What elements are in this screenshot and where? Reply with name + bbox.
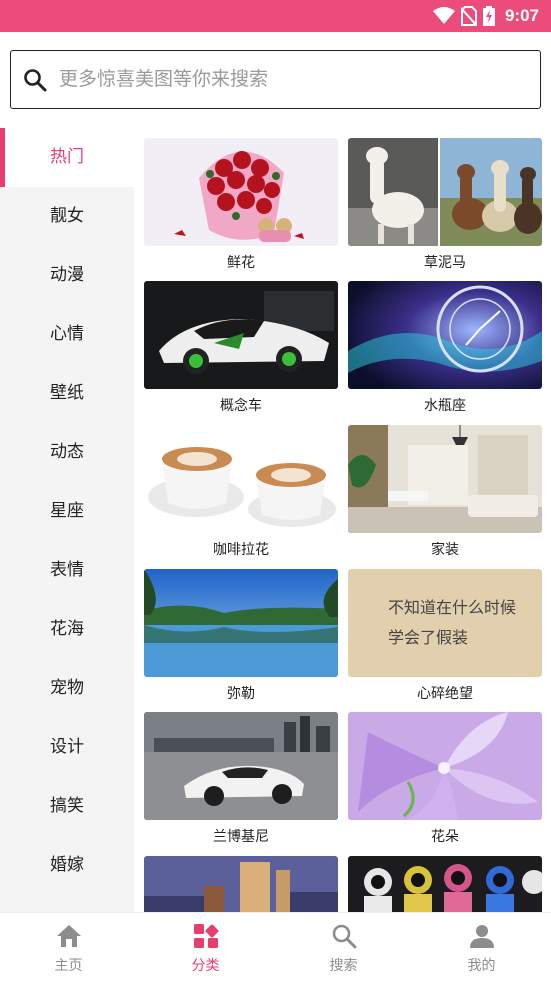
sidebar-item-pets[interactable]: 宠物 [0, 659, 134, 718]
search-input[interactable] [59, 59, 529, 99]
tab-search[interactable]: 搜索 [275, 913, 412, 981]
sidebar-item-anime[interactable]: 动漫 [0, 246, 134, 305]
sidebar-item-label: 壁纸 [50, 383, 84, 403]
thumbnail-alpaca [348, 138, 542, 246]
grid-card-alpaca[interactable]: 草泥马 [348, 128, 542, 271]
grid-card-aquarius[interactable]: 水瓶座 [348, 271, 542, 414]
grid-card-heartbroken[interactable]: 不知道在什么时候 学会了假装 心碎绝望 [348, 559, 542, 702]
grid-card-lamborghini[interactable]: 兰博基尼 [144, 702, 338, 845]
card-caption: 概念车 [220, 398, 262, 414]
thumbnail-aquarius [348, 281, 542, 389]
thumbnail-flower [348, 712, 542, 820]
sidebar-item-flower-sea[interactable]: 花海 [0, 600, 134, 659]
card-caption: 水瓶座 [424, 398, 466, 414]
image-grid: 鲜花 草泥马 概念车 水瓶座 咖啡拉花 家装 弥勒 不知道在什么时候 学会了假装… [134, 128, 551, 912]
tab-label: 分类 [191, 958, 220, 974]
sidebar-item-label: 搞笑 [50, 796, 84, 816]
sidebar-item-label: 热门 [50, 147, 84, 167]
status-icons: 9:07 [432, 5, 539, 27]
card-caption: 草泥马 [424, 255, 466, 271]
thumbnail-castle [144, 856, 338, 912]
sidebar-item-wallpaper[interactable]: 壁纸 [0, 364, 134, 423]
sidebar-item-label: 动态 [50, 442, 84, 462]
no-sim-icon [460, 6, 477, 26]
card-caption: 家装 [431, 542, 459, 558]
tab-category[interactable]: 分类 [137, 913, 274, 981]
card-caption: 鲜花 [227, 255, 255, 271]
thumbnail-heartbroken: 不知道在什么时候 学会了假装 [348, 569, 542, 677]
sidebar-item-wedding[interactable]: 婚嫁 [0, 836, 134, 895]
tab-label: 我的 [467, 958, 496, 974]
sidebar-item-label: 花海 [50, 619, 84, 639]
status-bar: 9:07 [0, 0, 551, 32]
tab-label: 搜索 [329, 958, 358, 974]
handwriting-line-2: 学会了假装 [388, 628, 468, 647]
search-icon [332, 924, 357, 949]
card-caption: 花朵 [431, 829, 459, 845]
search-box[interactable] [10, 50, 541, 109]
sidebar-item-funny[interactable]: 搞笑 [0, 777, 134, 836]
category-sidebar: 热门 靓女 动漫 心情 壁纸 动态 星座 表情 花海 宠物 设计 搞笑 婚嫁 [0, 128, 134, 912]
sidebar-item-label: 心情 [50, 324, 84, 344]
active-indicator [0, 128, 5, 187]
grid-card-heroes[interactable] [348, 846, 542, 912]
sidebar-item-label: 设计 [50, 737, 84, 757]
wifi-icon [432, 7, 455, 24]
tab-label: 主页 [54, 958, 83, 974]
grid-card-flower[interactable]: 花朵 [348, 702, 542, 845]
sidebar-item-label: 靓女 [50, 206, 84, 226]
grid-card-home-decor[interactable]: 家装 [348, 415, 542, 558]
grid-card-latte-art[interactable]: 咖啡拉花 [144, 415, 338, 558]
thumbnail-latte-art [144, 425, 338, 533]
card-caption: 弥勒 [227, 686, 255, 702]
user-icon [470, 925, 494, 948]
search-icon [24, 69, 47, 92]
category-icon [194, 924, 219, 948]
tab-home[interactable]: 主页 [0, 913, 137, 981]
sidebar-item-label: 宠物 [50, 678, 84, 698]
sidebar-item-mood[interactable]: 心情 [0, 305, 134, 364]
card-caption: 兰博基尼 [213, 829, 269, 845]
sidebar-item-animated[interactable]: 动态 [0, 423, 134, 482]
sidebar-item-emoji[interactable]: 表情 [0, 541, 134, 600]
sidebar-item-label: 动漫 [50, 265, 84, 285]
sidebar-item-label: 婚嫁 [50, 855, 84, 875]
grid-card-flowers[interactable]: 鲜花 [144, 128, 338, 271]
status-time: 9:07 [504, 6, 539, 25]
sidebar-item-label: 表情 [50, 560, 84, 580]
thumbnail-concept-car [144, 281, 338, 389]
grid-card-maitreya[interactable]: 弥勒 [144, 559, 338, 702]
handwriting-line-1: 不知道在什么时候 [388, 598, 516, 617]
card-caption: 心碎绝望 [417, 686, 473, 702]
home-icon [57, 925, 81, 947]
grid-card-castle[interactable] [144, 846, 338, 912]
sidebar-item-beauty[interactable]: 靓女 [0, 187, 134, 246]
bottom-tab-bar: 主页 分类 搜索 我的 [0, 912, 551, 981]
sidebar-item-zodiac[interactable]: 星座 [0, 482, 134, 541]
battery-charging-icon [482, 6, 495, 26]
thumbnail-heroes [348, 856, 542, 912]
card-caption: 咖啡拉花 [213, 542, 269, 558]
sidebar-item-hot[interactable]: 热门 [0, 128, 134, 187]
thumbnail-lamborghini [144, 712, 338, 820]
thumbnail-maitreya [144, 569, 338, 677]
thumbnail-flowers [144, 138, 338, 246]
sidebar-item-label: 星座 [50, 501, 84, 521]
tab-profile[interactable]: 我的 [413, 913, 550, 981]
sidebar-item-design[interactable]: 设计 [0, 718, 134, 777]
thumbnail-home-decor [348, 425, 542, 533]
grid-card-concept-car[interactable]: 概念车 [144, 271, 338, 414]
